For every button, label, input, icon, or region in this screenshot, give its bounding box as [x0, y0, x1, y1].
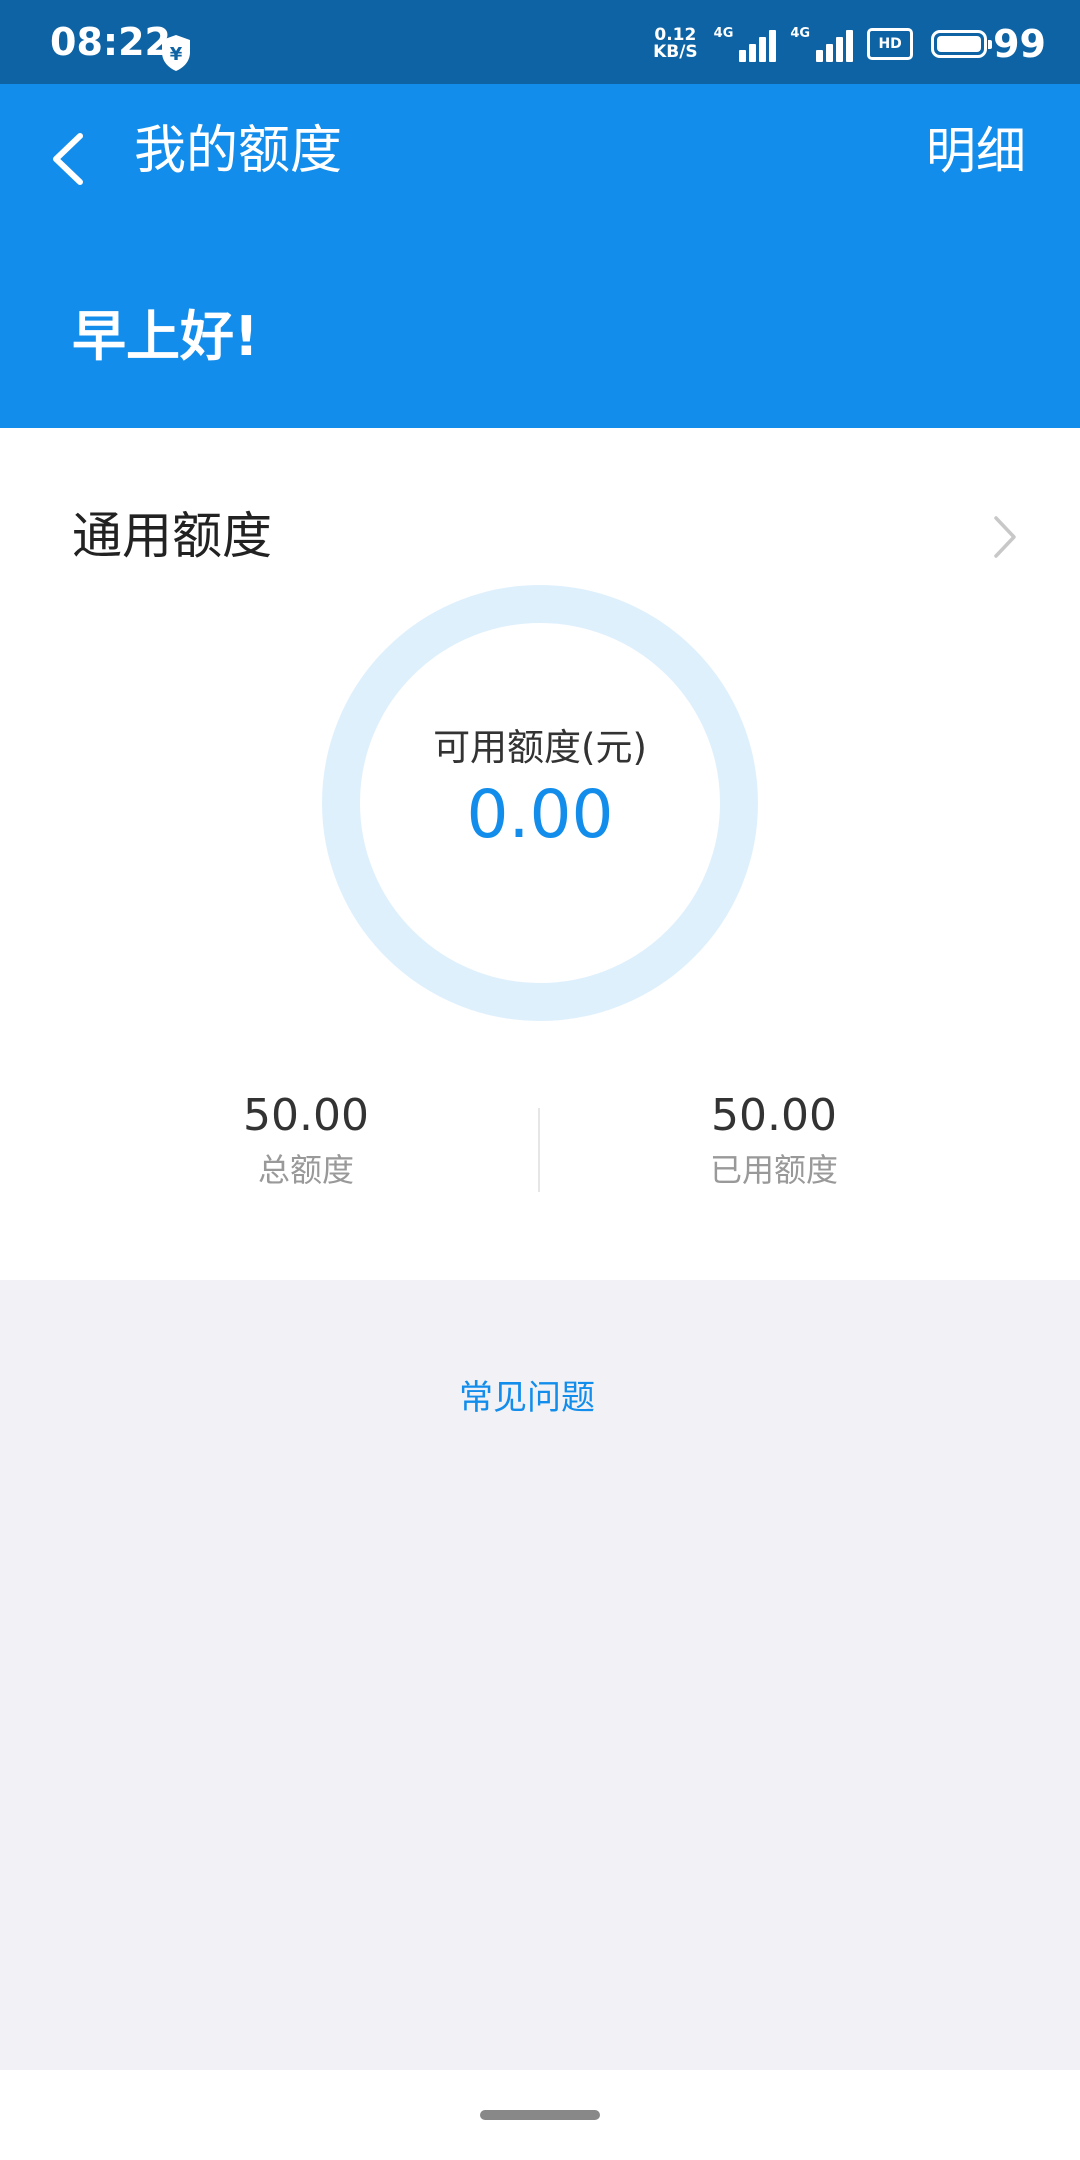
status-bar: 08:22 ¥ 0.12 KB/S 4G 4G HD 99: [0, 0, 1080, 84]
network-speed-unit: KB/S: [653, 42, 698, 62]
general-credit-title: 通用额度: [72, 507, 272, 565]
back-arrow-icon[interactable]: [40, 124, 100, 194]
yen-shield-icon: ¥: [162, 35, 190, 71]
credit-card: 通用额度 可用额度(元) 0.00 50.00 总额度 50.00 已用额度: [0, 428, 1080, 1280]
hd-voice-icon: HD: [867, 28, 914, 60]
faq-link[interactable]: 常见问题: [0, 1374, 1054, 1422]
network-type-2: 4G: [790, 26, 811, 41]
available-credit-label: 可用额度(元): [433, 726, 647, 769]
general-credit-row[interactable]: 通用额度: [0, 488, 1080, 584]
available-credit-value: 0.00: [466, 776, 614, 853]
total-credit-value: 50.00: [243, 1090, 369, 1141]
signal-icon-2: 4G: [790, 26, 854, 62]
signal-icon: 4G: [714, 26, 777, 62]
total-credit-label: 总额度: [257, 1151, 354, 1189]
network-type-1: 4G: [713, 26, 734, 41]
chevron-right-icon: [994, 516, 1016, 558]
status-time: 08:22: [50, 20, 171, 64]
total-credit-stat: 50.00 总额度: [106, 1088, 506, 1192]
home-indicator[interactable]: [480, 2110, 600, 2120]
status-right: 0.12 KB/S 4G 4G HD 99: [653, 22, 1046, 66]
app-header: 我的额度 明细 早上好!: [0, 84, 1080, 428]
svg-text:¥: ¥: [170, 44, 183, 65]
network-speed: 0.12 KB/S: [653, 27, 698, 61]
greeting-text: 早上好!: [72, 305, 259, 368]
used-credit-label: 已用额度: [709, 1151, 838, 1189]
detail-button[interactable]: 明细: [926, 116, 1026, 186]
stat-divider: [538, 1108, 540, 1192]
page-title: 我的额度: [134, 121, 343, 181]
system-nav-bar: [0, 2070, 1080, 2160]
used-credit-stat: 50.00 已用额度: [574, 1088, 974, 1192]
battery-level: 99: [993, 22, 1046, 66]
available-credit-ring: 可用额度(元) 0.00: [322, 585, 758, 1021]
battery-icon: [931, 30, 993, 58]
used-credit-value: 50.00: [711, 1090, 837, 1141]
